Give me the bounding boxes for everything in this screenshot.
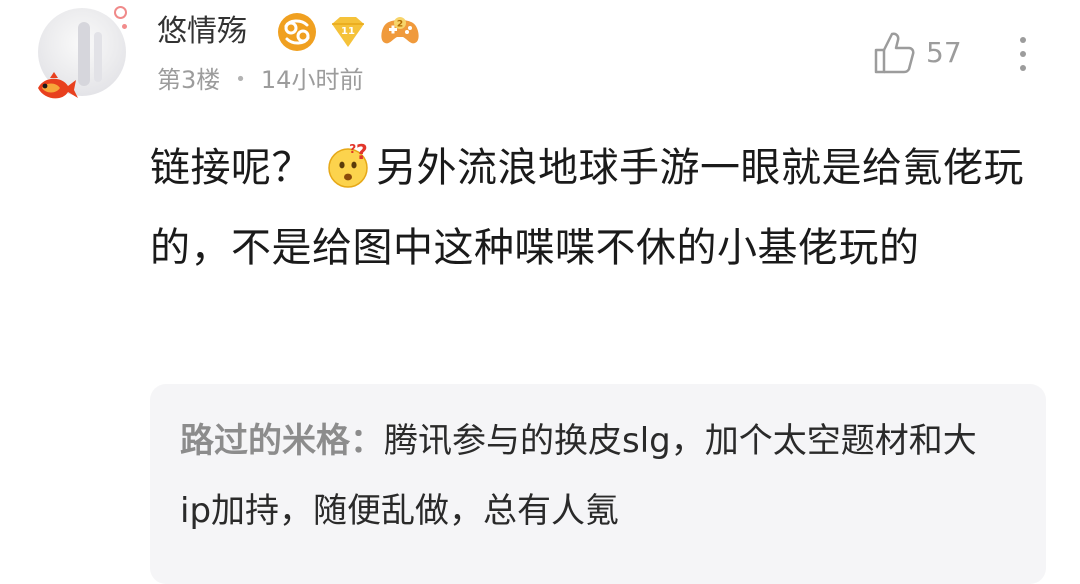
more-options-icon[interactable] [1008, 34, 1038, 74]
reply-colon: ： [350, 421, 384, 461]
like-count: 57 [926, 36, 962, 69]
username[interactable]: 悠情殇 [157, 12, 247, 52]
gamepad-badge-number: 2 [397, 20, 403, 30]
reply-author[interactable]: 路过的米格 [180, 421, 350, 461]
avatar-wrap[interactable] [38, 6, 130, 108]
post-time: 14小时前 [260, 66, 364, 94]
level-badge-icon: 11 [332, 17, 364, 47]
comment-text-part1: 链接呢？ [150, 145, 312, 191]
user-badges: 11 2 [277, 12, 421, 52]
thumbs-up-icon [874, 32, 915, 74]
svg-text:?: ? [356, 143, 368, 164]
level-badge-number: 11 [341, 26, 355, 37]
cancer-zodiac-icon [278, 13, 316, 51]
like-button[interactable]: 57 [872, 30, 962, 76]
svg-text:?: ? [349, 143, 356, 156]
comment-body: 链接呢？ ? ? 另外流浪地球手游一眼就是给氪佬玩的，不是给图中这种喋喋不休的小… [150, 128, 1050, 288]
comment-meta: 第3楼 • 14小时前 [157, 62, 363, 98]
meta-separator: • [235, 69, 246, 90]
avatar-figure-secondary [94, 32, 102, 82]
avatar-decoration-ring [114, 6, 127, 19]
floor-number: 第3楼 [157, 66, 221, 94]
gamepad-icon: 2 [381, 17, 419, 44]
koi-fish-icon [38, 72, 78, 99]
thinking-face-emoji-icon: ? ? [328, 143, 368, 188]
reply-preview[interactable]: 路过的米格：腾讯参与的换皮slg，加个太空题材和大ip加持，随便乱做，总有人氪 [150, 384, 1046, 584]
avatar-figure [78, 22, 90, 86]
reply-content: 路过的米格：腾讯参与的换皮slg，加个太空题材和大ip加持，随便乱做，总有人氪 [180, 406, 1000, 546]
avatar-decoration-dot [122, 24, 127, 29]
